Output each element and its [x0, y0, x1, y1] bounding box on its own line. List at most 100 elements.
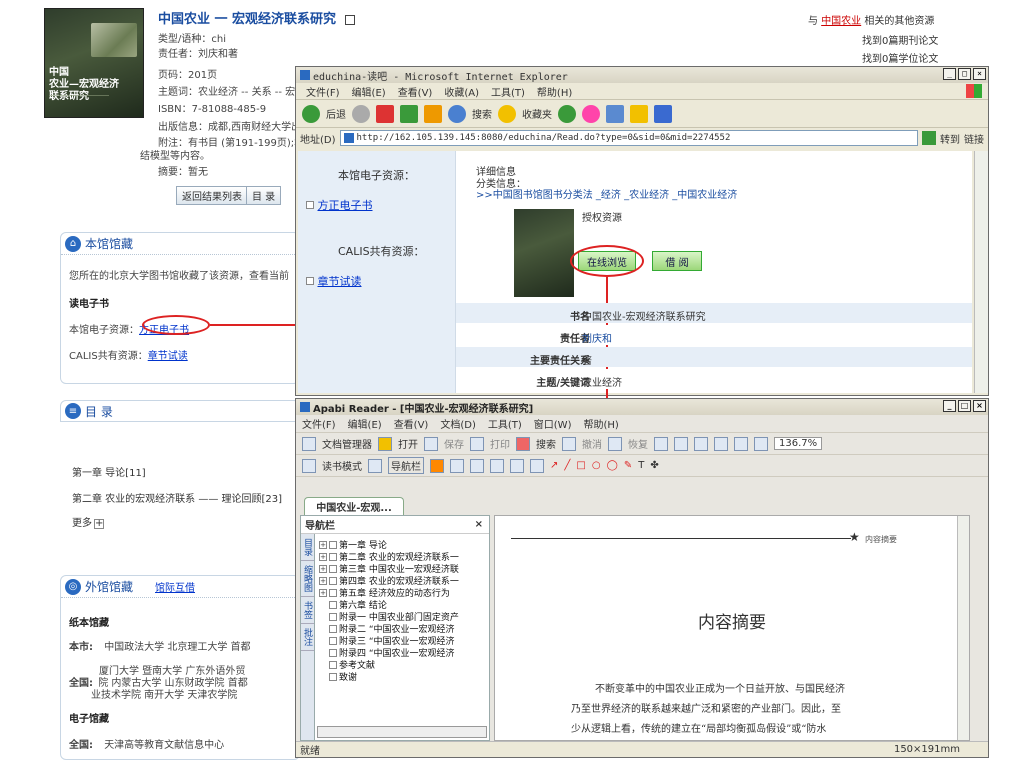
tianjin-center[interactable]: 天津高等教育文献信息中心: [104, 740, 224, 751]
ellipse-tool-icon[interactable]: ○: [592, 460, 601, 471]
checkbox-icon[interactable]: [306, 277, 314, 285]
circle-tool-icon[interactable]: ◯: [607, 460, 618, 471]
select-tool-icon[interactable]: [470, 458, 484, 473]
close-button[interactable]: ×: [973, 68, 986, 80]
highlight-icon[interactable]: [530, 458, 544, 473]
menu-favorites[interactable]: 收藏(A): [444, 84, 479, 99]
save-button[interactable]: 保存: [444, 436, 464, 451]
ap-menu-file[interactable]: 文件(F): [302, 416, 336, 431]
nav-hscroll[interactable]: [317, 726, 487, 738]
toc-chapter-2[interactable]: 第二章 农业的宏观经济联系 —— 理论回顾[23]: [72, 490, 282, 505]
toc-chapter-1[interactable]: 第一章 导论[11]: [72, 464, 146, 479]
stop-icon[interactable]: [376, 104, 394, 123]
side-tab-annotations[interactable]: 批注: [301, 624, 314, 651]
open-button[interactable]: 打开: [398, 436, 418, 451]
address-input[interactable]: http://162.105.139.145:8080/educhina/Rea…: [339, 130, 918, 146]
maximize-button[interactable]: □: [958, 68, 971, 80]
document-tab[interactable]: 中国农业-宏观...: [304, 497, 404, 515]
apabi-close-button[interactable]: ×: [973, 400, 986, 412]
pencil-tool-icon[interactable]: ✎: [624, 460, 632, 471]
history-icon[interactable]: [558, 104, 576, 123]
zoom-tool-icon[interactable]: [694, 436, 708, 451]
interlibrary-loan-link[interactable]: 馆际互借: [155, 579, 195, 594]
side-tab-bookmarks[interactable]: 书签: [301, 597, 314, 624]
image-select-icon[interactable]: [510, 458, 524, 473]
menu-file[interactable]: 文件(F): [306, 84, 340, 99]
menu-help[interactable]: 帮助(H): [537, 84, 572, 99]
close-nav-icon[interactable]: ×: [475, 519, 483, 530]
side-tab-thumbs[interactable]: 缩略图: [301, 561, 314, 597]
minimize-button[interactable]: _: [943, 68, 956, 80]
tree-item[interactable]: 致谢: [329, 670, 357, 683]
ie-scrollbar[interactable]: [974, 151, 988, 393]
hand-tool-icon[interactable]: [450, 458, 464, 473]
expand-icon[interactable]: +: [319, 552, 327, 561]
home-icon[interactable]: [424, 104, 442, 123]
side-tab-toc[interactable]: 目录: [301, 534, 314, 561]
apabi-maximize-button[interactable]: □: [958, 400, 971, 412]
doc-manager-button[interactable]: 文档管理器: [322, 436, 372, 451]
local-libraries[interactable]: 中国政法大学 北京理工大学 首都: [104, 642, 250, 653]
redo-button[interactable]: 恢复: [628, 436, 648, 451]
menu-view[interactable]: 查看(V): [398, 84, 433, 99]
fit-page-icon[interactable]: [754, 436, 768, 451]
ap-menu-tools[interactable]: 工具(T): [488, 416, 522, 431]
related-theses[interactable]: 找到0篇学位论文: [862, 50, 938, 65]
expand-icon[interactable]: +: [319, 564, 327, 573]
fit-width-icon[interactable]: [734, 436, 748, 451]
favorites-button[interactable]: 收藏夹: [522, 106, 552, 121]
folder-icon[interactable]: [630, 104, 648, 123]
go-arrow-icon[interactable]: [922, 131, 936, 145]
rect-tool-icon[interactable]: □: [576, 460, 585, 471]
chapter-preview-link[interactable]: 章节试读: [148, 351, 188, 362]
checkbox-icon[interactable]: [306, 201, 314, 209]
links-button[interactable]: 链接: [964, 131, 984, 146]
go-button[interactable]: 转到: [940, 131, 960, 146]
apabi-minimize-button[interactable]: _: [943, 400, 956, 412]
messenger-icon[interactable]: [654, 104, 672, 123]
undo-button[interactable]: 撤消: [582, 436, 602, 451]
ap-menu-window[interactable]: 窗口(W): [534, 416, 572, 431]
ap-menu-edit[interactable]: 编辑(E): [348, 416, 382, 431]
ap-menu-help[interactable]: 帮助(H): [583, 416, 618, 431]
toc-button[interactable]: 目 录: [246, 186, 282, 205]
back-button[interactable]: 后退: [326, 106, 346, 121]
back-to-results-button[interactable]: 返回结果列表: [176, 186, 248, 205]
stamp-tool-icon[interactable]: ✤: [650, 460, 658, 471]
nav-pane-button[interactable]: 导航栏: [388, 457, 424, 474]
ap-search-button[interactable]: 搜索: [536, 436, 556, 451]
category-path[interactable]: >>中国图书馆图书分类法 _经济 _农业经济 _中国农业经济: [476, 186, 737, 201]
related-keyword-link[interactable]: 中国农业: [821, 16, 861, 27]
favorites-icon[interactable]: [498, 104, 516, 123]
rss-icon[interactable]: [430, 458, 444, 473]
menu-tools[interactable]: 工具(T): [491, 84, 525, 99]
single-page-icon[interactable]: [714, 436, 728, 451]
arrow-tool-icon[interactable]: ↗: [550, 460, 558, 471]
page-vscroll[interactable]: [957, 516, 969, 740]
ap-menu-document[interactable]: 文档(D): [440, 416, 476, 431]
zoom-in-icon[interactable]: [654, 436, 668, 451]
value-author[interactable]: 刘庆和: [582, 330, 612, 345]
expand-icon[interactable]: +: [319, 576, 327, 585]
national-libs-3[interactable]: 业技术学院 南开大学 天津农学院: [91, 686, 237, 701]
text-select-icon[interactable]: [490, 458, 504, 473]
ap-menu-view[interactable]: 查看(V): [394, 416, 429, 431]
text-tool-icon[interactable]: T: [638, 460, 644, 471]
menu-edit[interactable]: 编辑(E): [352, 84, 386, 99]
forward-icon[interactable]: [352, 104, 370, 123]
mail-icon[interactable]: [582, 104, 600, 123]
expand-icon[interactable]: +: [319, 540, 327, 549]
bookmark-icon[interactable]: [344, 14, 355, 25]
search-icon[interactable]: [448, 104, 466, 123]
zoom-level[interactable]: 136.7%: [774, 437, 823, 450]
search-button[interactable]: 搜索: [472, 106, 492, 121]
line-tool-icon[interactable]: ╱: [564, 460, 570, 471]
reading-mode-button[interactable]: 读书模式: [322, 458, 362, 473]
ie-founder-ebook-link[interactable]: 方正电子书: [318, 199, 373, 212]
toc-more[interactable]: 更多 +: [72, 514, 104, 529]
borrow-button[interactable]: 借 阅: [652, 251, 702, 271]
print-button[interactable]: 打印: [490, 436, 510, 451]
back-icon[interactable]: [302, 104, 320, 123]
related-journals[interactable]: 找到0篇期刊论文: [862, 32, 938, 47]
zoom-out-icon[interactable]: [674, 436, 688, 451]
